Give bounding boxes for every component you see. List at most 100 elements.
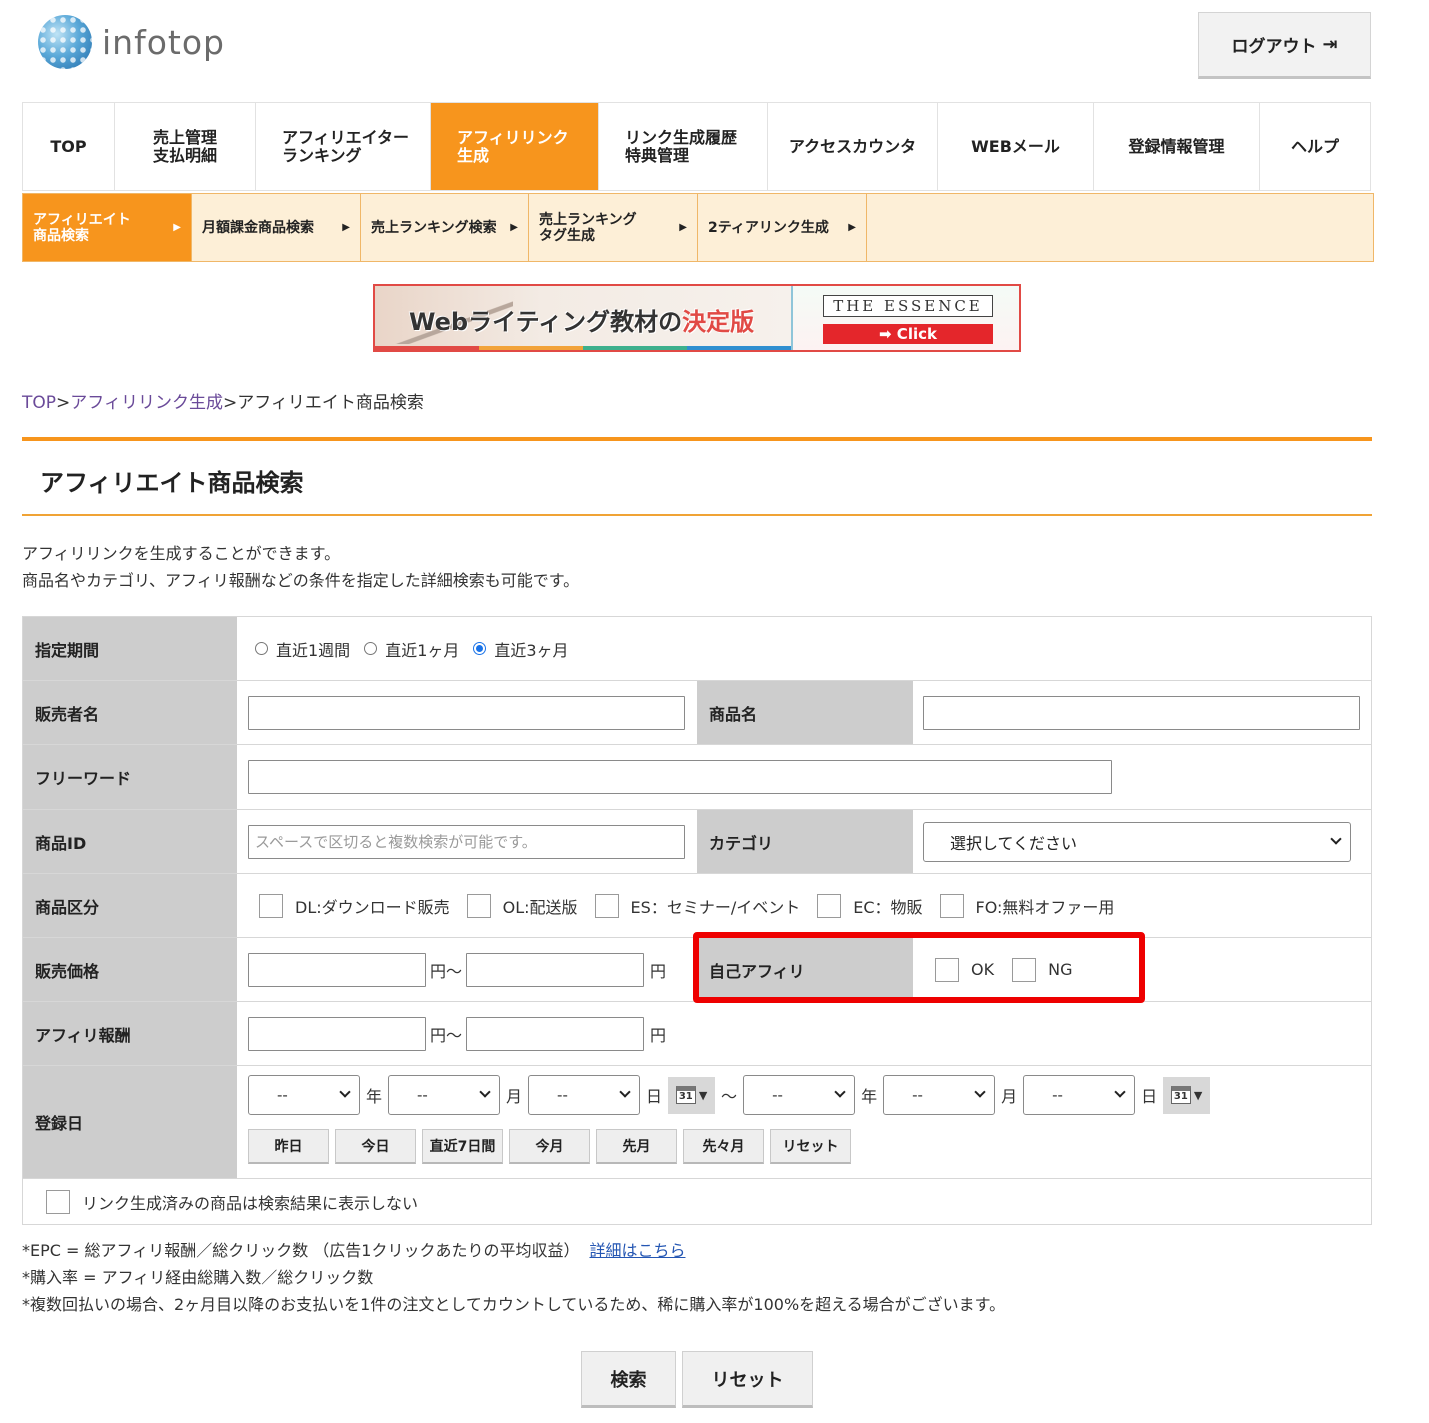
- ad-banner[interactable]: Webライティング教材の決定版 THE ESSENCE ➡ Click: [373, 284, 1021, 352]
- intro-line: 商品名やカテゴリ、アフィリ報酬などの条件を指定した詳細検索も可能です。: [22, 571, 580, 590]
- quick-7days-button[interactable]: 直近7日間: [422, 1129, 503, 1164]
- nav-ranking[interactable]: アフィリエイター ランキング: [256, 103, 431, 190]
- day-unit: 日: [646, 1087, 663, 1106]
- banner-click-button[interactable]: ➡ Click: [823, 324, 993, 344]
- start-year-select[interactable]: --: [248, 1075, 360, 1115]
- label-product-id: 商品ID: [23, 810, 237, 873]
- nav-sales[interactable]: 売上管理 支払明細: [115, 103, 256, 190]
- nav-top[interactable]: TOP: [22, 103, 115, 190]
- radio-1month[interactable]: [364, 642, 378, 655]
- radio-label: 直近1ヶ月: [385, 640, 460, 660]
- row-reg-date: 登録日 -- 年 -- 月 -- 日 31 ▼ 〜 -- 年 -- 月 -- 日 …: [23, 1066, 1371, 1179]
- label-reward: アフィリ報酬: [23, 1002, 237, 1065]
- radio-3months[interactable]: [473, 642, 487, 655]
- nav-access-counter[interactable]: アクセスカウンタ: [768, 103, 938, 190]
- breadcrumb-current: アフィリエイト商品検索: [237, 393, 424, 413]
- breadcrumb-sep: >: [222, 393, 238, 413]
- intro-line: アフィリリンクを生成することができます。: [22, 544, 341, 563]
- notes: *EPC = 総アフィリ報酬／総クリック数 （広告1クリックあたりの平均収益） 詳…: [22, 1237, 1005, 1318]
- price-to-unit: 円: [650, 961, 667, 981]
- checkbox-dl[interactable]: [259, 893, 283, 918]
- checkbox-fo[interactable]: [939, 893, 964, 918]
- product-id-input[interactable]: [248, 824, 685, 859]
- reward-from-input[interactable]: [248, 1016, 426, 1051]
- quick-last-month-button[interactable]: 先月: [596, 1129, 677, 1164]
- checkbox-label: EC：物販: [853, 897, 923, 917]
- end-day-select[interactable]: --: [1023, 1075, 1136, 1115]
- note-epc: *EPC = 総アフィリ報酬／総クリック数 （広告1クリックあたりの平均収益） 詳…: [22, 1237, 1005, 1264]
- nav-account[interactable]: 登録情報管理: [1094, 103, 1260, 190]
- checkbox-ec[interactable]: [817, 893, 842, 918]
- label-freeword: フリーワード: [23, 745, 237, 809]
- price-to-input[interactable]: [466, 952, 645, 987]
- subnav-2tier-link[interactable]: 2ティアリンク生成 ▶: [698, 194, 867, 261]
- price-cell: 円〜 円: [248, 938, 666, 1001]
- triangle-right-icon: ▶: [173, 221, 181, 233]
- chevron-down-icon: [834, 1086, 846, 1098]
- breadcrumb: TOP>アフィリリンク生成>アフィリエイト商品検索: [22, 388, 424, 413]
- label-period: 指定期間: [23, 617, 237, 680]
- quick-two-months-ago-button[interactable]: 先々月: [683, 1129, 764, 1164]
- banner-brand: THE ESSENCE: [823, 295, 993, 317]
- row-reward: アフィリ報酬 円〜 円: [23, 1002, 1371, 1066]
- quick-today-button[interactable]: 今日: [335, 1129, 416, 1164]
- chevron-down-icon: [619, 1086, 631, 1098]
- note-epc-text: *EPC = 総アフィリ報酬／総クリック数 （広告1クリックあたりの平均収益）: [22, 1241, 580, 1260]
- epc-details-link[interactable]: 詳細はこちら: [589, 1241, 685, 1260]
- search-button[interactable]: 検索: [581, 1351, 676, 1408]
- category-select[interactable]: 選択してください: [923, 821, 1351, 862]
- subnav-affiliate-search[interactable]: アフィリエイト 商品検索 ▶: [23, 194, 192, 261]
- highlight-box: [693, 932, 1145, 1003]
- price-from-unit: 円〜: [430, 961, 463, 981]
- end-month-select[interactable]: --: [883, 1075, 996, 1115]
- label-category: カテゴリ: [697, 810, 913, 873]
- row-seller: 販売者名 商品名: [23, 681, 1371, 745]
- chevron-down-icon: [1114, 1086, 1126, 1098]
- subnav-ranking-tag[interactable]: 売上ランキング タグ生成 ▶: [529, 194, 698, 261]
- seller-input[interactable]: [248, 695, 685, 730]
- quick-yesterday-button[interactable]: 昨日: [248, 1129, 329, 1164]
- end-year-select[interactable]: --: [743, 1075, 856, 1115]
- banner-left: Webライティング教材の決定版: [375, 286, 791, 350]
- breadcrumb-top[interactable]: TOP: [22, 393, 56, 413]
- subnav-ranking-search[interactable]: 売上ランキング検索 ▶: [361, 194, 529, 261]
- breadcrumb-affiliate-link[interactable]: アフィリリンク生成: [70, 393, 223, 413]
- search-form: 指定期間 直近1週間 直近1ヶ月 直近3ヶ月 販売者名 商品名 フリーワード 商…: [22, 616, 1372, 1225]
- radio-1week[interactable]: [255, 642, 268, 655]
- quick-this-month-button[interactable]: 今月: [509, 1129, 590, 1164]
- checkbox-ol[interactable]: [466, 893, 491, 918]
- row-period: 指定期間 直近1週間 直近1ヶ月 直近3ヶ月: [23, 617, 1371, 681]
- quick-reset-button[interactable]: リセット: [770, 1129, 851, 1164]
- hide-generated-cell: リンク生成済みの商品は検索結果に表示しない: [46, 1179, 418, 1225]
- hide-generated-label: リンク生成済みの商品は検索結果に表示しない: [82, 1194, 419, 1213]
- subnav-label: 売上ランキング検索: [371, 219, 497, 236]
- nav-help[interactable]: ヘルプ: [1260, 103, 1371, 190]
- title-bottom-divider: [22, 514, 1372, 516]
- reward-cell: 円〜 円: [248, 1002, 666, 1065]
- triangle-down-icon: ▼: [698, 1088, 708, 1102]
- reg-date-selects: -- 年 -- 月 -- 日 31 ▼ 〜 -- 年 -- 月 -- 日 31 ▼: [248, 1074, 1211, 1116]
- label-reg-date: 登録日: [23, 1066, 237, 1178]
- row-freeword: フリーワード: [23, 745, 1371, 810]
- start-month-select[interactable]: --: [388, 1075, 501, 1115]
- end-calendar-button[interactable]: 31 ▼: [1163, 1076, 1211, 1114]
- row-product-type: 商品区分 DL:ダウンロード販売 OL:配送版 ES：セミナー/イベント EC：…: [23, 874, 1371, 938]
- start-calendar-button[interactable]: 31 ▼: [668, 1076, 716, 1114]
- price-from-input[interactable]: [248, 952, 426, 987]
- start-day-select[interactable]: --: [528, 1075, 641, 1115]
- nav-webmail[interactable]: WEBメール: [938, 103, 1094, 190]
- nav-link-history[interactable]: リンク生成履歴 特典管理: [599, 103, 768, 190]
- seller-cell: [248, 681, 685, 744]
- reward-to-input[interactable]: [466, 1016, 645, 1051]
- triangle-down-icon: ▼: [1193, 1088, 1203, 1102]
- checkbox-es[interactable]: [594, 893, 619, 918]
- nav-affiliate-link[interactable]: アフィリリンク 生成: [431, 103, 599, 190]
- checkbox-hide-generated[interactable]: [46, 1190, 70, 1214]
- freeword-input[interactable]: [248, 760, 1112, 794]
- day-unit: 日: [1141, 1087, 1158, 1106]
- reset-button[interactable]: リセット: [682, 1351, 813, 1408]
- product-name-input[interactable]: [923, 695, 1360, 730]
- logout-button[interactable]: ログアウト ⇥: [1198, 12, 1371, 79]
- subnav-monthly-search[interactable]: 月額課金商品検索 ▶: [192, 194, 361, 261]
- logo[interactable]: infotop: [38, 14, 238, 70]
